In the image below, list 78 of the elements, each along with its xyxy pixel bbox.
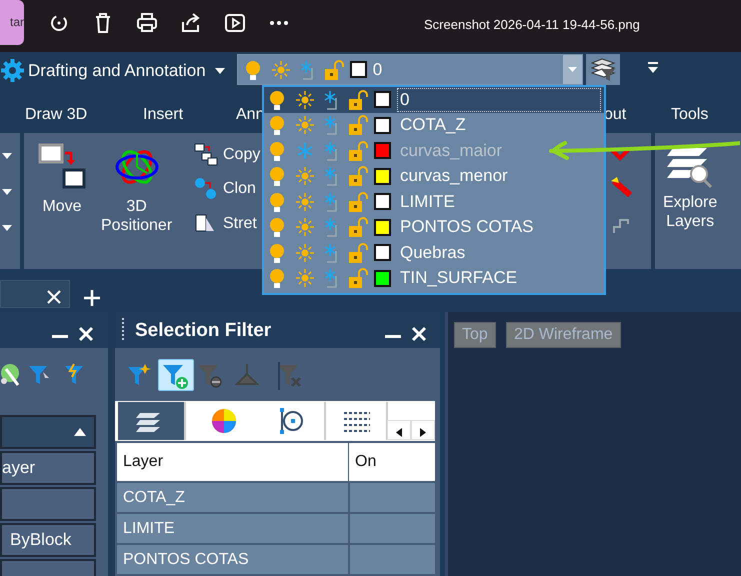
close-icon	[78, 326, 94, 342]
move-button[interactable]: Move	[38, 143, 86, 216]
copy-icon	[194, 143, 218, 167]
layer-row[interactable]: PONTOS COTAS	[264, 214, 604, 240]
padlock-icon[interactable]	[348, 192, 368, 212]
layer-row[interactable]: COTA_Z	[264, 112, 604, 138]
padlock-icon[interactable]	[348, 115, 368, 136]
column-header[interactable]: On	[349, 443, 435, 481]
pencil-icon[interactable]	[610, 175, 632, 197]
sun-icon[interactable]	[295, 90, 315, 110]
move-icon	[38, 143, 86, 191]
window-title: Screenshot 2026-04-11 19-44-56.png	[424, 16, 640, 34]
caret-icon[interactable]	[2, 225, 12, 231]
ribbon-tab[interactable]: Tools	[671, 103, 708, 127]
padlock-icon[interactable]	[348, 140, 368, 161]
positioner-button[interactable]: 3D Positioner	[101, 143, 172, 236]
caret-icon	[568, 66, 577, 72]
customize-icon[interactable]	[648, 62, 658, 74]
light-bulb-icon[interactable]	[268, 217, 286, 238]
sun-icon	[270, 60, 291, 80]
filter-add-icon	[162, 362, 190, 390]
workspace-dropdown[interactable]: Drafting and Annotation	[25, 58, 225, 84]
padlock-icon[interactable]	[348, 268, 368, 288]
panel-title: Selection Filter	[135, 319, 272, 343]
step-icon[interactable]	[612, 217, 630, 235]
caret-icon[interactable]	[2, 189, 12, 195]
padlock-icon[interactable]	[348, 217, 368, 238]
property-value[interactable]: ayer	[0, 451, 96, 485]
minimize-icon	[52, 334, 68, 338]
light-bulb-icon[interactable]	[268, 166, 286, 186]
layers-filter-icon	[588, 56, 617, 82]
padlock-icon[interactable]	[348, 166, 368, 186]
padlock-icon	[324, 60, 344, 80]
caret-icon[interactable]	[2, 153, 12, 159]
copy-button[interactable]: Copy	[194, 143, 260, 167]
document-tab[interactable]	[0, 280, 70, 308]
caret-icon	[214, 68, 225, 74]
close-icon	[411, 326, 427, 342]
padlock-icon[interactable]	[348, 242, 368, 263]
light-bulb-icon[interactable]	[268, 268, 286, 288]
toolbar-button[interactable]: tar	[0, 0, 24, 45]
layer-row[interactable]: LIMITE	[264, 189, 604, 214]
clone-icon	[194, 177, 218, 201]
layer-row[interactable]: TIN_SURFACE	[264, 266, 604, 291]
light-bulb-icon	[244, 60, 262, 80]
minimize-icon	[385, 334, 401, 338]
table-cell: LIMITE	[117, 514, 348, 543]
stretch-button[interactable]: Stret	[194, 212, 257, 236]
layer-row[interactable]: 0	[264, 87, 604, 112]
table-cell: COTA_Z	[117, 483, 348, 512]
grip-icon[interactable]	[122, 317, 126, 343]
layer-filter-button[interactable]	[586, 54, 620, 85]
light-bulb-icon[interactable]	[268, 140, 286, 161]
padlock-icon[interactable]	[348, 90, 368, 110]
plus-icon	[84, 290, 100, 306]
clone-button[interactable]: Clon	[194, 177, 256, 201]
column-header[interactable]: Layer	[117, 443, 348, 481]
scroll-left-button[interactable]	[387, 420, 411, 440]
filter-tab[interactable]	[118, 402, 186, 440]
collapse-icon	[74, 428, 86, 436]
caret-right-icon	[420, 428, 426, 438]
layer-row[interactable]: Quebras	[264, 240, 604, 266]
close-icon	[47, 290, 61, 304]
light-bulb-icon[interactable]	[268, 242, 286, 263]
ribbon-tab[interactable]: Insert	[143, 103, 184, 127]
dropdown-button[interactable]	[562, 55, 582, 84]
layer-row[interactable]: curvas_menor	[264, 164, 604, 189]
scroll-right-button[interactable]	[411, 420, 435, 440]
caret-left-icon	[396, 428, 402, 438]
layer-dropdown[interactable]: 0	[236, 54, 583, 85]
table-cell: PONTOS COTAS	[117, 545, 348, 574]
light-bulb-icon[interactable]	[268, 192, 286, 212]
toolbar-button[interactable]	[158, 359, 194, 391]
light-bulb-icon[interactable]	[268, 90, 286, 110]
filter-tab[interactable]	[258, 402, 326, 440]
property-value[interactable]: ByBlock	[0, 523, 96, 557]
light-bulb-icon[interactable]	[268, 115, 286, 136]
ribbon-tab[interactable]: Draw 3D	[25, 103, 88, 127]
